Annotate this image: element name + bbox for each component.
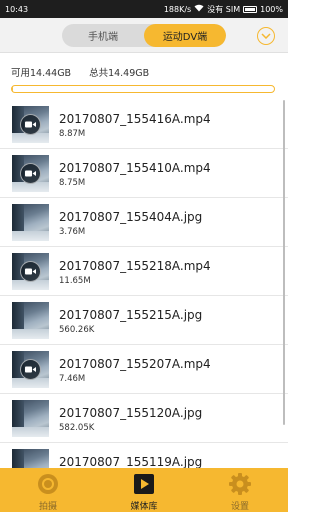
status-bar: 10:43 188K/s 没有 SIM 100% <box>0 0 288 18</box>
source-switch: 手机端 运动DV端 <box>62 24 226 47</box>
camera-icon <box>37 473 59 495</box>
file-name: 20170807_155120A.jpg <box>59 406 203 420</box>
nav-item-settings[interactable]: 设置 <box>192 468 288 512</box>
file-row[interactable]: 20170807_155215A.jpg 560.26K <box>0 296 288 345</box>
status-time: 10:43 <box>5 4 29 14</box>
file-thumbnail <box>12 449 49 468</box>
file-thumbnail <box>12 351 49 388</box>
battery-icon <box>243 5 258 13</box>
storage-total: 总共14.49GB <box>89 68 150 79</box>
storage-info: 可用14.44GB 总共14.49GB <box>0 54 288 98</box>
file-thumbnail <box>12 106 49 143</box>
file-size: 8.87M <box>59 129 86 139</box>
file-size: 11.65M <box>59 276 91 286</box>
file-name: 20170807_155404A.jpg <box>59 210 203 224</box>
storage-available: 可用14.44GB <box>11 68 72 79</box>
tab-sport-dv[interactable]: 运动DV端 <box>144 24 226 47</box>
video-camera-icon <box>20 163 41 184</box>
file-name: 20170807_155215A.jpg <box>59 308 203 322</box>
battery-level: 100% <box>260 4 283 14</box>
sim-status: 没有 SIM <box>207 4 241 14</box>
media-library-icon <box>133 473 155 495</box>
nav-item-capture[interactable]: 拍摄 <box>0 468 96 512</box>
file-row[interactable]: 20170807_155120A.jpg 582.05K <box>0 394 288 443</box>
file-row[interactable]: 20170807_155410A.mp4 8.75M <box>0 149 288 198</box>
chevron-down-icon[interactable] <box>257 27 275 45</box>
storage-bar-fill <box>12 86 13 92</box>
tab-phone[interactable]: 手机端 <box>62 24 144 47</box>
video-camera-icon <box>20 261 41 282</box>
file-name: 20170807_155207A.mp4 <box>59 357 211 371</box>
gear-icon <box>229 473 251 495</box>
file-name: 20170807_155218A.mp4 <box>59 259 211 273</box>
file-size: 8.75M <box>59 178 86 188</box>
file-name: 20170807_155119A.jpg <box>59 455 203 468</box>
file-thumbnail <box>12 400 49 437</box>
network-speed: 188K/s <box>163 4 192 14</box>
file-name: 20170807_155410A.mp4 <box>59 161 211 175</box>
nav-label-capture: 拍摄 <box>38 502 57 512</box>
file-list: 20170807_155416A.mp4 8.87M 20170807_155410… <box>0 98 288 468</box>
header: 手机端 运动DV端 <box>0 18 288 53</box>
bottom-nav: 拍摄 媒体库 设置 <box>0 468 288 512</box>
file-row[interactable]: 20170807_155218A.mp4 11.65M <box>0 247 288 296</box>
video-camera-icon <box>20 359 41 380</box>
nav-item-media-library[interactable]: 媒体库 <box>96 468 192 512</box>
nav-label-settings: 设置 <box>230 502 249 512</box>
file-thumbnail <box>12 302 49 339</box>
scrollbar[interactable] <box>283 100 285 425</box>
file-size: 582.05K <box>59 423 95 433</box>
file-thumbnail <box>12 155 49 192</box>
file-thumbnail <box>12 204 49 241</box>
file-thumbnail <box>12 253 49 290</box>
nav-label-media-library: 媒体库 <box>130 502 158 512</box>
file-row[interactable]: 20170807_155207A.mp4 7.46M <box>0 345 288 394</box>
file-size: 3.76M <box>59 227 86 237</box>
file-size: 7.46M <box>59 374 86 384</box>
file-row[interactable]: 20170807_155119A.jpg <box>0 443 288 468</box>
file-row[interactable]: 20170807_155404A.jpg 3.76M <box>0 198 288 247</box>
video-camera-icon <box>20 114 41 135</box>
file-size: 560.26K <box>59 325 95 335</box>
storage-bar <box>11 85 275 93</box>
file-row[interactable]: 20170807_155416A.mp4 8.87M <box>0 100 288 149</box>
wifi-icon <box>194 4 204 14</box>
file-name: 20170807_155416A.mp4 <box>59 112 211 126</box>
